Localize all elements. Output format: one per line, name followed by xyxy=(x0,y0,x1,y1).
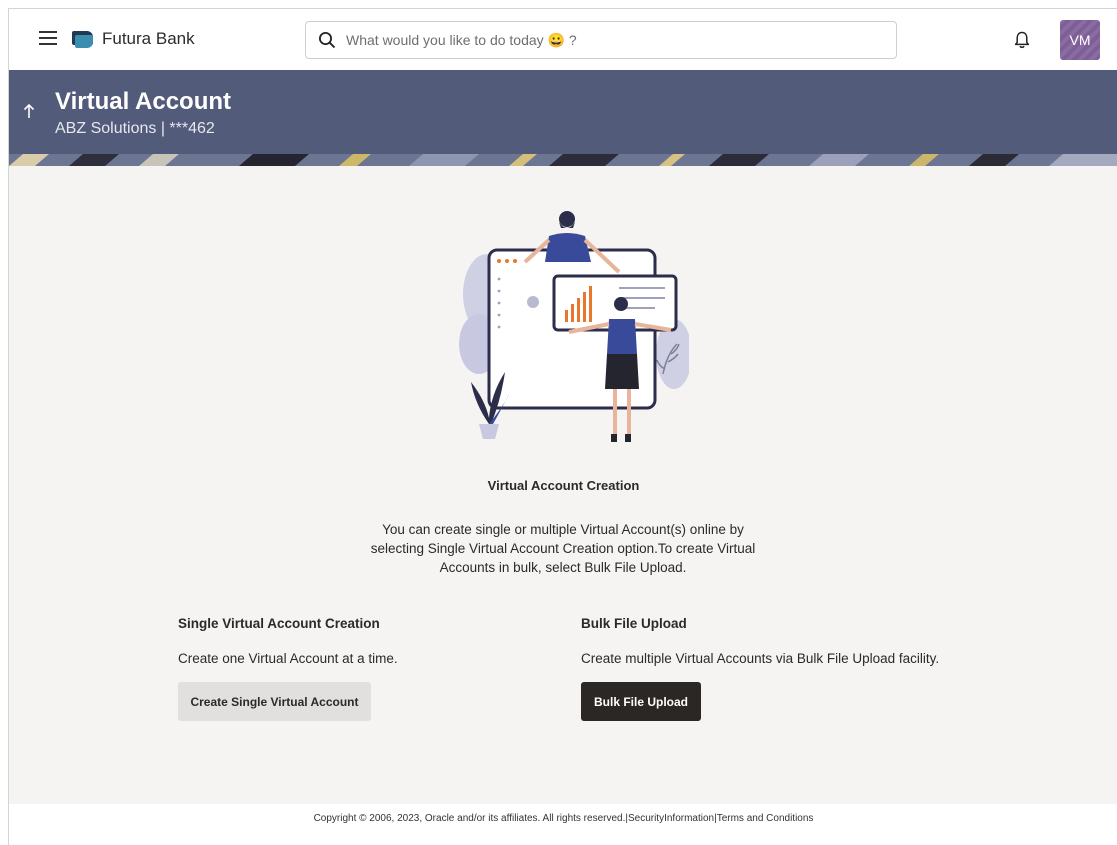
virtual-account-illustration xyxy=(459,211,689,442)
copyright-text: Copyright © 2006, 2023, Oracle and/or it… xyxy=(313,813,814,824)
bulk-upload-description: Create multiple Virtual Accounts via Bul… xyxy=(581,651,940,666)
search-input[interactable] xyxy=(346,32,866,48)
section-description: You can create single or multiple Virtua… xyxy=(370,522,756,575)
user-avatar[interactable]: VM xyxy=(1060,20,1100,60)
single-creation-title: Single Virtual Account Creation xyxy=(178,616,380,631)
search-bar[interactable] xyxy=(305,21,897,59)
search-icon xyxy=(319,32,336,49)
bulk-file-upload-button[interactable]: Bulk File Upload xyxy=(581,682,701,721)
bulk-upload-section: Bulk File Upload Create multiple Virtual… xyxy=(581,616,939,721)
single-creation-section: Single Virtual Account Creation Create o… xyxy=(178,616,398,721)
top-bar: Futura Bank VM xyxy=(9,9,1117,70)
brand-logo[interactable]: Futura Bank xyxy=(72,29,195,49)
menu-icon[interactable] xyxy=(39,31,57,45)
bell-icon[interactable] xyxy=(1012,30,1032,50)
banner-pattern xyxy=(9,154,1117,166)
page-banner: Virtual Account ABZ Solutions | ***462 xyxy=(9,70,1117,166)
page-title: Virtual Account xyxy=(55,88,232,115)
single-creation-description: Create one Virtual Account at a time. xyxy=(178,651,398,666)
app-frame: Futura Bank VM Virtual Account ABZ Solut… xyxy=(8,8,1117,845)
create-single-virtual-account-button[interactable]: Create Single Virtual Account xyxy=(178,682,371,721)
back-arrow-icon[interactable] xyxy=(22,102,36,120)
bank-logo-icon xyxy=(72,30,93,48)
brand-name: Futura Bank xyxy=(102,29,195,48)
bulk-upload-title: Bulk File Upload xyxy=(581,616,687,631)
account-subtitle: ABZ Solutions | ***462 xyxy=(55,120,215,137)
page-footer: Copyright © 2006, 2023, Oracle and/or it… xyxy=(9,804,1117,845)
section-title: Virtual Account Creation xyxy=(487,478,640,493)
